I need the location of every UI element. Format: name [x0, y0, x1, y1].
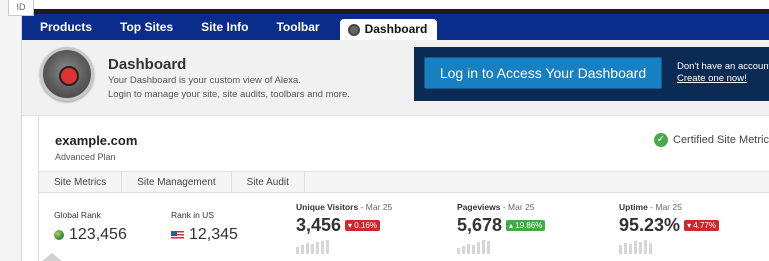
- left-edge-panel: [0, 0, 22, 261]
- pageviews-value: 5,678: [457, 215, 503, 235]
- selection-pointer: [40, 253, 64, 261]
- dashboard-gauge-icon: [347, 23, 360, 36]
- site-card: example.com Advanced Plan ✓ Certified Si…: [38, 116, 769, 261]
- header-description: Your Dashboard is your custom view of Al…: [108, 75, 301, 86]
- unique-visitors-label: Unique Visitors: [296, 202, 359, 212]
- tab-site-management[interactable]: Site Management: [122, 172, 232, 193]
- global-rank-label: Global Rank: [54, 210, 101, 220]
- sparkline: [296, 240, 392, 254]
- login-panel: Log in to Access Your Dashboard Don't ha…: [414, 47, 769, 101]
- top-strip: [22, 9, 769, 14]
- nav-item-top-sites[interactable]: Top Sites: [106, 14, 187, 40]
- pageviews: Pageviews - Mar 25 5,678 ▴ 19.86%: [457, 202, 546, 254]
- us-rank-value: 12,345: [189, 226, 238, 243]
- nav-item-dashboard[interactable]: Dashboard: [339, 19, 438, 40]
- uptime-change: ▾ 4.77%: [684, 220, 719, 231]
- tab-site-metrics[interactable]: Site Metrics: [39, 172, 123, 193]
- top-navigation: Products Top Sites Site Info Toolbar Das…: [22, 9, 769, 40]
- login-button[interactable]: Log in to Access Your Dashboard: [424, 57, 662, 89]
- corner-badge: ID: [8, 0, 34, 16]
- unique-visitors-value: 3,456: [296, 215, 342, 235]
- header-description-2: Login to manage your site, site audits, …: [108, 89, 350, 100]
- nav-item-products[interactable]: Products: [26, 14, 106, 40]
- page-title: Dashboard: [108, 56, 187, 73]
- uptime-date: - Mar 25: [647, 202, 682, 212]
- certified-badge[interactable]: ✓ Certified Site Metrics: [654, 133, 769, 147]
- nav-item-toolbar[interactable]: Toolbar: [262, 14, 333, 40]
- sparkline: [619, 240, 719, 254]
- uptime: Uptime - Mar 25 95.23% ▾ 4.77%: [619, 202, 719, 254]
- unique-visitors: Unique Visitors - Mar 25 3,456 ▾ 0.16%: [296, 202, 392, 254]
- site-subtabs: Site Metrics Site Management Site Audit: [39, 171, 769, 193]
- signup-prompt: Don't have an account? Create one now!: [677, 61, 769, 85]
- globe-icon: [54, 230, 64, 240]
- pageviews-change: ▴ 19.86%: [506, 220, 546, 231]
- unique-visitors-date: - Mar 25: [358, 202, 393, 212]
- plan-label: Advanced Plan: [55, 152, 116, 162]
- us-rank-label: Rank in US: [171, 210, 214, 220]
- check-icon: ✓: [654, 133, 668, 147]
- tab-site-audit[interactable]: Site Audit: [232, 172, 305, 193]
- certified-label: Certified Site Metrics: [673, 134, 769, 146]
- pageviews-date: - Mar 25: [500, 202, 535, 212]
- pageviews-label: Pageviews: [457, 202, 501, 212]
- us-flag-icon: [171, 230, 184, 240]
- uptime-value: 95.23%: [619, 215, 681, 235]
- site-name: example.com: [55, 133, 138, 148]
- dashboard-header: Dashboard Your Dashboard is your custom …: [22, 40, 769, 116]
- uptime-label: Uptime: [619, 202, 648, 212]
- us-rank: Rank in US 12,345: [171, 210, 238, 244]
- sparkline: [457, 240, 545, 254]
- global-rank-value: 123,456: [69, 226, 127, 243]
- nav-item-site-info[interactable]: Site Info: [187, 14, 262, 40]
- create-account-link[interactable]: Create one now!: [677, 73, 769, 85]
- no-account-text: Don't have an account?: [677, 61, 769, 72]
- unique-visitors-change: ▾ 0.16%: [345, 220, 380, 231]
- dashboard-gauge-icon: [40, 47, 94, 101]
- global-rank: Global Rank 123,456: [54, 210, 127, 244]
- nav-item-dashboard-label: Dashboard: [364, 22, 428, 36]
